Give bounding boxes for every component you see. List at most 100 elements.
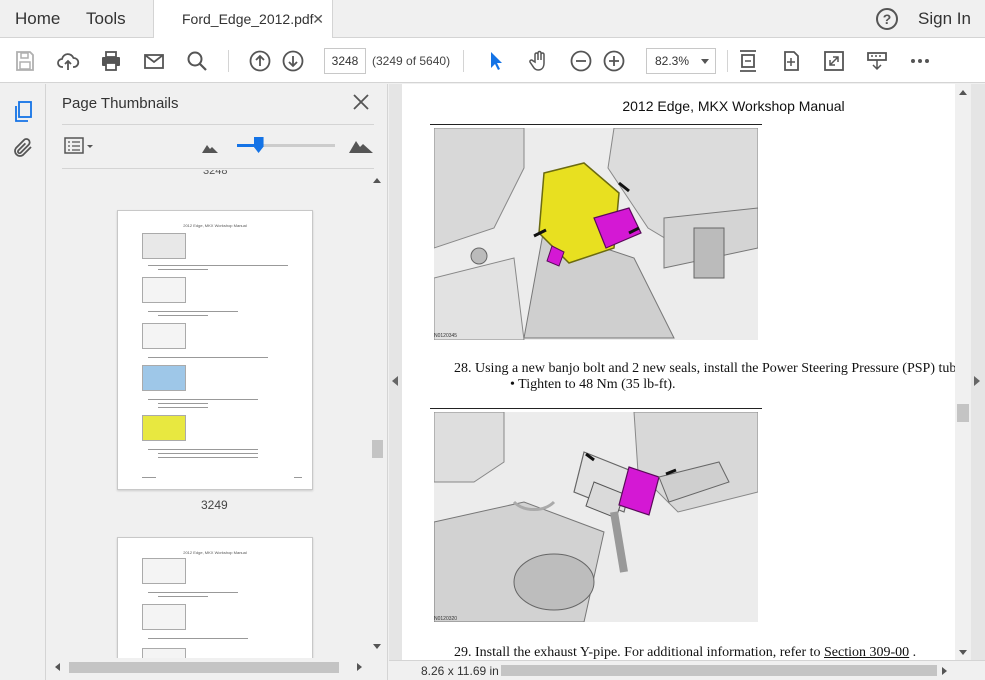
sign-in-link[interactable]: Sign In bbox=[918, 0, 971, 38]
thumbnail-text-line bbox=[158, 315, 208, 316]
print-icon[interactable] bbox=[98, 48, 124, 74]
tab-tools[interactable]: Tools bbox=[86, 0, 126, 38]
document-viewer: 2012 Edge, MKX Workshop Manual N0120345 bbox=[389, 84, 985, 660]
zoom-value: 82.3% bbox=[655, 54, 690, 68]
panel-title: Page Thumbnails bbox=[62, 95, 179, 112]
page-down-icon[interactable] bbox=[280, 48, 306, 74]
figure-id: N0120320 bbox=[434, 616, 458, 622]
thumbnails-panel: Page Thumbnails 3248 2012 Edge, MKX Work… bbox=[47, 84, 388, 680]
main-toolbar: 3248 (3249 of 5640) 82.3% bbox=[0, 38, 985, 83]
toolbar-separator bbox=[228, 50, 229, 72]
scrollbar-thumb[interactable] bbox=[957, 404, 969, 422]
panel-divider bbox=[62, 168, 374, 169]
mountain-large-icon[interactable] bbox=[349, 137, 373, 153]
close-panel-icon[interactable] bbox=[351, 92, 371, 112]
page-thumbnails-icon[interactable] bbox=[11, 100, 35, 124]
page-up-icon[interactable] bbox=[247, 48, 273, 74]
email-icon[interactable] bbox=[141, 48, 167, 74]
next-page-icon[interactable] bbox=[974, 376, 980, 386]
search-icon[interactable] bbox=[184, 48, 210, 74]
thumbnail-figure bbox=[142, 277, 186, 303]
tab-home[interactable]: Home bbox=[15, 0, 60, 38]
fullscreen-icon[interactable] bbox=[821, 48, 847, 74]
thumbnail-figure bbox=[142, 365, 186, 391]
scroll-up-icon[interactable] bbox=[373, 178, 381, 183]
tab-document[interactable]: Ford_Edge_2012.pdf ✕ bbox=[153, 0, 333, 39]
zoom-select[interactable]: 82.3% bbox=[646, 48, 716, 74]
thumbnail-page-3249[interactable]: 2012 Edge, MKX Workshop Manual bbox=[117, 210, 313, 490]
figure-psp-tube-fitting bbox=[434, 128, 758, 340]
thumbnail-horizontal-scrollbar[interactable] bbox=[47, 658, 369, 676]
page-number-input[interactable]: 3248 bbox=[324, 48, 366, 74]
scroll-right-icon[interactable] bbox=[942, 667, 947, 675]
thumbnail-figure bbox=[142, 415, 186, 441]
cloud-upload-icon[interactable] bbox=[55, 48, 81, 74]
thumbnail-size-slider[interactable] bbox=[237, 137, 335, 153]
select-arrow-icon[interactable] bbox=[483, 48, 509, 74]
thumbnail-text-line bbox=[148, 399, 258, 400]
fit-page-icon[interactable] bbox=[735, 48, 761, 74]
document-page: 2012 Edge, MKX Workshop Manual N0120345 bbox=[402, 84, 955, 660]
more-icon[interactable] bbox=[907, 48, 933, 74]
scroll-down-icon[interactable] bbox=[959, 650, 967, 655]
document-vertical-scrollbar[interactable] bbox=[955, 84, 971, 660]
step-28-torque: • Tighten to 48 Nm (35 lb-ft). bbox=[510, 377, 676, 392]
panel-divider bbox=[62, 124, 374, 125]
thumbnail-options-icon[interactable] bbox=[63, 136, 95, 156]
attachments-icon[interactable] bbox=[11, 136, 35, 160]
scrollbar-thumb[interactable] bbox=[372, 440, 383, 458]
figure-rule bbox=[430, 124, 762, 125]
step-29-body: 29. Install the exhaust Y-pipe. For addi… bbox=[454, 645, 821, 660]
step-28-text: 28. Using a new banjo bolt and 2 new sea… bbox=[454, 361, 955, 376]
thumbnail-text-line bbox=[158, 407, 208, 408]
figure-rule bbox=[430, 408, 762, 409]
scroll-down-icon[interactable] bbox=[373, 644, 381, 649]
read-mode-icon[interactable] bbox=[864, 48, 890, 74]
tab-document-label: Ford_Edge_2012.pdf bbox=[182, 11, 314, 27]
thumbnail-page-3250[interactable]: 2012 Edge, MKX Workshop Manual bbox=[117, 537, 313, 658]
thumbnail-text-line bbox=[158, 403, 208, 404]
zoom-out-icon[interactable] bbox=[568, 48, 594, 74]
thumbnail-text-line bbox=[158, 596, 208, 597]
document-horizontal-scrollbar[interactable] bbox=[501, 665, 937, 676]
thumbnail-text-line bbox=[148, 357, 268, 358]
step-29-end: . bbox=[912, 645, 917, 660]
scrollbar-thumb[interactable] bbox=[69, 662, 339, 673]
thumbnail-text-line bbox=[158, 457, 258, 458]
hand-icon[interactable] bbox=[526, 48, 552, 74]
page-count: (3249 of 5640) bbox=[372, 54, 451, 68]
close-tab-icon[interactable]: ✕ bbox=[312, 0, 324, 38]
page-header: 2012 Edge, MKX Workshop Manual bbox=[622, 98, 845, 114]
slider-handle[interactable] bbox=[253, 137, 264, 153]
thumbnail-text-line bbox=[148, 449, 258, 450]
scroll-right-icon[interactable] bbox=[357, 663, 362, 671]
toolbar-separator bbox=[727, 50, 728, 72]
thumbnail-text-line bbox=[148, 265, 288, 266]
help-icon[interactable]: ? bbox=[876, 8, 898, 30]
thumbnail-figure bbox=[142, 604, 186, 630]
thumbnail-text-line bbox=[148, 638, 248, 639]
status-bar: 8.26 x 11.69 in bbox=[389, 660, 985, 680]
toolbar-separator bbox=[463, 50, 464, 72]
scroll-up-icon[interactable] bbox=[959, 90, 967, 95]
previous-page-icon[interactable] bbox=[392, 376, 398, 386]
thumbnail-figure bbox=[142, 233, 186, 259]
thumbnail-vertical-scrollbar[interactable] bbox=[369, 170, 386, 658]
step-29-text: 29. Install the exhaust Y-pipe. For addi… bbox=[454, 645, 916, 660]
page-size: 8.26 x 11.69 in bbox=[421, 664, 499, 678]
thumbnail-text-line bbox=[148, 592, 238, 593]
section-309-00-link[interactable]: Section 309-00 bbox=[824, 645, 909, 660]
scroll-mode-icon[interactable] bbox=[778, 48, 804, 74]
chevron-down-icon bbox=[701, 59, 709, 64]
figure-id: N0120345 bbox=[434, 333, 458, 339]
mountain-small-icon[interactable] bbox=[202, 140, 218, 153]
zoom-in-icon[interactable] bbox=[601, 48, 627, 74]
thumbnail-label: 3248 bbox=[203, 170, 228, 177]
thumbnail-figure bbox=[142, 648, 186, 658]
save-icon[interactable] bbox=[12, 48, 38, 74]
thumbnail-text-line bbox=[142, 477, 156, 478]
thumbnail-text-line bbox=[148, 311, 238, 312]
thumbnail-text-line bbox=[294, 477, 302, 478]
scroll-left-icon[interactable] bbox=[55, 663, 60, 671]
thumbnail-label: 3249 bbox=[201, 498, 228, 512]
